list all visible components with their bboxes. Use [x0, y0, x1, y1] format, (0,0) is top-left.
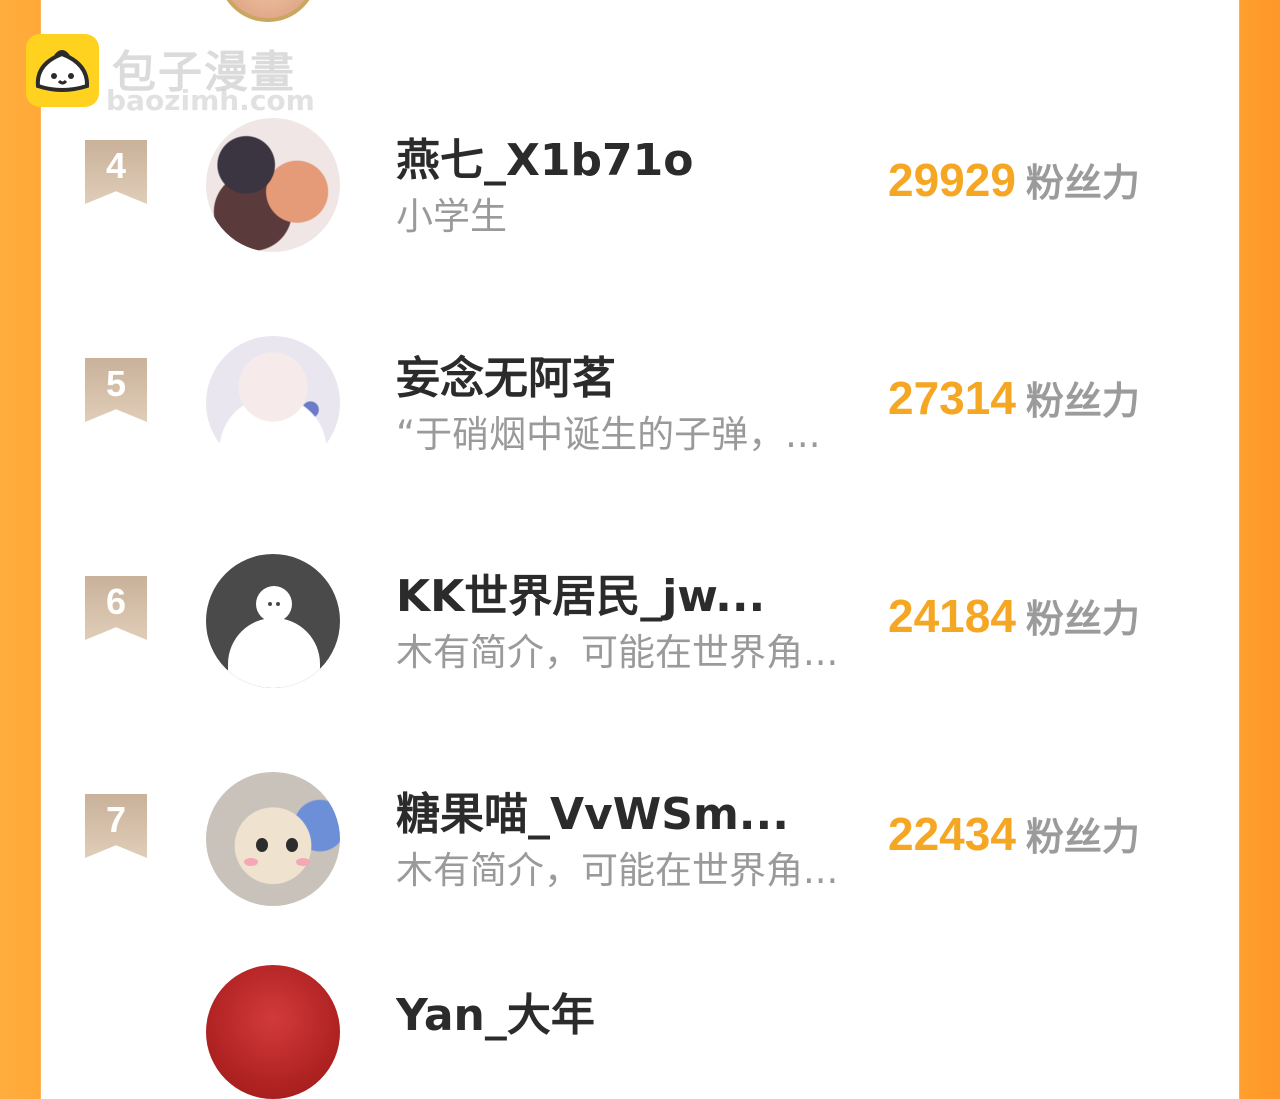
fans-label: 粉丝力: [1025, 815, 1140, 859]
user-bio: “于硝烟中诞生的子弹，...: [396, 413, 821, 456]
fans-count: 24184: [888, 590, 1016, 642]
rank-badge: 5: [85, 358, 147, 422]
fans-label: 粉丝力: [1025, 379, 1140, 423]
rank-badge: 6: [85, 576, 147, 640]
user-name[interactable]: KK世界居民_jw...: [396, 560, 765, 624]
user-bio: 木有简介，可能在世界角...: [396, 631, 839, 674]
default-user-avatar[interactable]: [206, 554, 340, 688]
user-name[interactable]: 妄念无阿茗: [396, 342, 616, 406]
fans-label: 粉丝力: [1025, 597, 1140, 641]
white-hair-anime-avatar[interactable]: [206, 336, 340, 470]
user-bio: 小学生: [396, 195, 507, 238]
watermark-domain: baozimh.com: [106, 84, 315, 117]
user-bio: 木有简介，可能在世界角...: [396, 849, 839, 892]
fans-label: 粉丝力: [1025, 161, 1140, 205]
ranking-row-8-partial[interactable]: Yan_大年: [0, 935, 1280, 1099]
ranking-row-7[interactable]: 7 糖果喵_VvWSm... 木有简介，可能在世界角... 22434 粉丝力: [0, 742, 1280, 906]
user-name[interactable]: Yan_大年: [396, 979, 595, 1043]
fans-power: 22434 粉丝力: [888, 806, 1140, 861]
red-avatar[interactable]: [206, 965, 340, 1099]
user-name[interactable]: 燕七_X1b71o: [396, 124, 694, 188]
fans-power: 29929 粉丝力: [888, 152, 1140, 207]
fans-power: 24184 粉丝力: [888, 588, 1140, 643]
fans-count: 27314: [888, 372, 1016, 424]
kitten-avatar[interactable]: [206, 772, 340, 906]
fans-power: 27314 粉丝力: [888, 370, 1140, 425]
ranking-row-6[interactable]: 6 KK世界居民_jw... 木有简介，可能在世界角... 24184 粉丝力: [0, 524, 1280, 688]
user-name[interactable]: 糖果喵_VvWSm...: [396, 778, 789, 842]
rank-badge: 7: [85, 794, 147, 858]
anime-pair-avatar[interactable]: [206, 118, 340, 252]
rank-badge: 4: [85, 140, 147, 204]
fans-count: 22434: [888, 808, 1016, 860]
bun-logo-icon: [26, 34, 99, 107]
fans-count: 29929: [888, 154, 1016, 206]
site-watermark: 包子漫畫 baozimh.com: [26, 34, 326, 117]
ranking-row-5[interactable]: 5 妄念无阿茗 “于硝烟中诞生的子弹，... 27314 粉丝力: [0, 306, 1280, 470]
